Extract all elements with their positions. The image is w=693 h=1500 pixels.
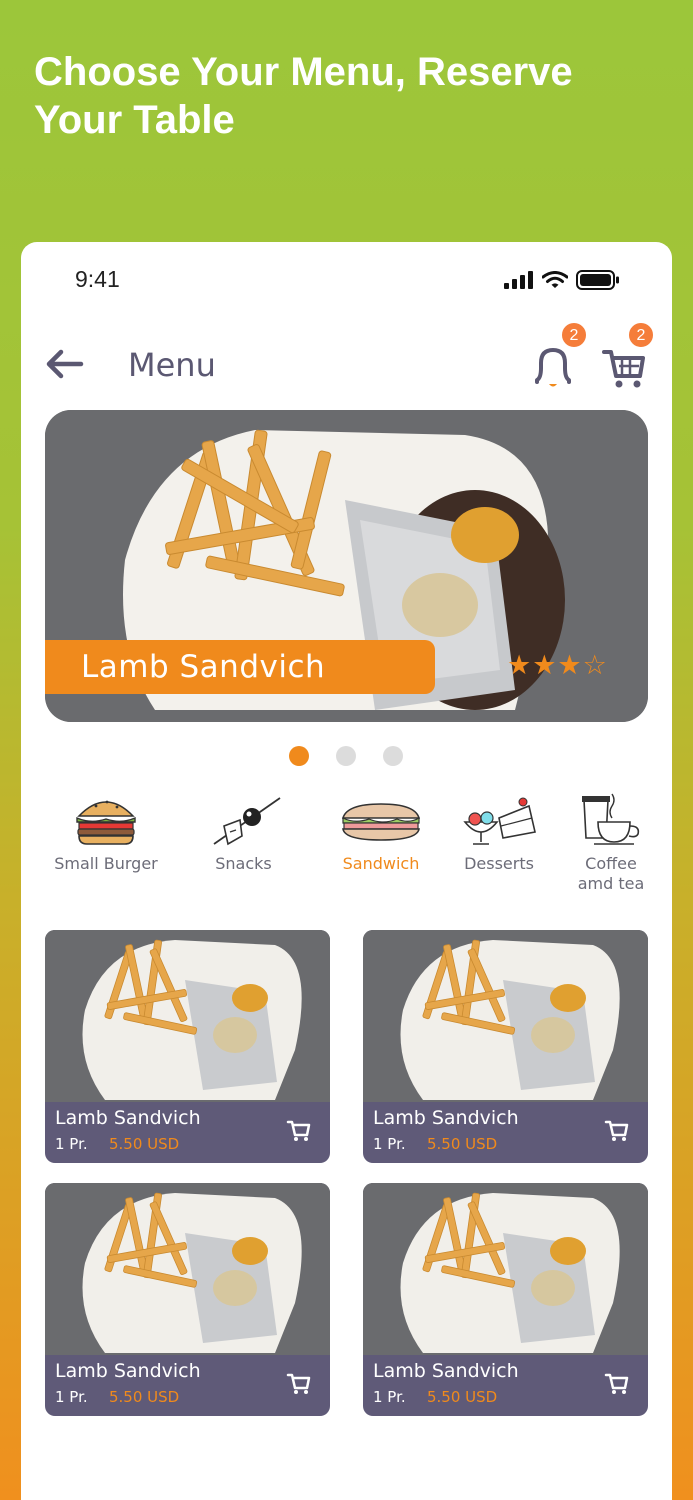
back-arrow-icon (46, 349, 84, 379)
dessert-icon (463, 797, 536, 845)
category-label: Desserts (464, 854, 534, 873)
product-price: 5.50 USD (427, 1135, 498, 1153)
page-title: Menu (128, 346, 216, 384)
carousel-dot[interactable] (336, 746, 356, 766)
hero-banner[interactable]: Lamb Sandvich ★★★☆ (45, 410, 648, 722)
product-image (363, 1183, 648, 1355)
nav-bar: Menu 2 2 (43, 322, 654, 392)
product-image (45, 1183, 330, 1355)
category-coffee-and-tea[interactable]: Coffee amd tea (561, 792, 661, 894)
product-name: Lamb Sandvich (55, 1107, 201, 1129)
back-button[interactable] (43, 342, 87, 386)
status-icons (504, 270, 620, 290)
category-label: Snacks (215, 854, 272, 873)
rating-stars: ★★★☆ (507, 650, 608, 681)
hero-title: Lamb Sandvich (45, 640, 435, 694)
phone-screen: 9:41 Menu 2 2 Lamb Sandvich ★★★☆ Small B… (21, 242, 672, 1500)
category-desserts[interactable]: Desserts (441, 792, 557, 874)
product-qty: 1 Pr. (55, 1135, 88, 1153)
cart-icon (604, 1373, 629, 1394)
product-qty: 1 Pr. (373, 1388, 406, 1406)
status-time: 9:41 (75, 266, 120, 292)
product-qty: 1 Pr. (55, 1388, 88, 1406)
category-label: Sandwich (342, 854, 420, 873)
product-name: Lamb Sandvich (373, 1107, 519, 1129)
add-to-cart-button[interactable] (604, 1117, 630, 1143)
category-snacks[interactable]: Snacks (191, 792, 296, 874)
product-card[interactable]: Lamb Sandvich 1 Pr. 5.50 USD (45, 930, 330, 1163)
food-image (363, 1183, 648, 1355)
product-card[interactable]: Lamb Sandvich 1 Pr. 5.50 USD (363, 930, 648, 1163)
headline: Choose Your Menu, Reserve Your Table (34, 50, 573, 142)
cart-icon (604, 1120, 629, 1141)
carousel-dot[interactable] (383, 746, 403, 766)
cart-icon (286, 1120, 311, 1141)
snack-skewer-icon (212, 797, 281, 846)
add-to-cart-button[interactable] (286, 1117, 312, 1143)
signal-icon (504, 271, 533, 289)
product-price: 5.50 USD (109, 1388, 180, 1406)
add-to-cart-button[interactable] (604, 1370, 630, 1396)
category-bar: Small Burger Snacks Sandwich Desserts Co… (41, 792, 661, 902)
carousel-dots (289, 746, 403, 766)
product-name: Lamb Sandvich (55, 1360, 201, 1382)
category-label-line2: amd tea (577, 874, 645, 893)
add-to-cart-button[interactable] (286, 1370, 312, 1396)
wifi-icon (542, 271, 568, 288)
cart-icon (286, 1373, 311, 1394)
product-card[interactable]: Lamb Sandvich 1 Pr. 5.50 USD (363, 1183, 648, 1416)
battery-icon (576, 270, 619, 290)
category-small-burger[interactable]: Small Burger (51, 792, 161, 874)
notifications-button[interactable]: 2 (528, 322, 587, 392)
sandwich-icon (341, 803, 421, 841)
food-image (45, 930, 330, 1102)
product-image (363, 930, 648, 1102)
notification-badge: 2 (561, 322, 587, 348)
product-price: 5.50 USD (427, 1388, 498, 1406)
product-name: Lamb Sandvich (373, 1360, 519, 1382)
product-qty: 1 Pr. (373, 1135, 406, 1153)
carousel-dot[interactable] (289, 746, 309, 766)
food-image (45, 1183, 330, 1355)
food-image (363, 930, 648, 1102)
category-label: Small Burger (54, 854, 158, 873)
product-card[interactable]: Lamb Sandvich 1 Pr. 5.50 USD (45, 1183, 330, 1416)
product-image (45, 930, 330, 1102)
category-label-line1: Coffee (585, 854, 637, 873)
cart-badge: 2 (628, 322, 654, 348)
product-price: 5.50 USD (109, 1135, 180, 1153)
category-sandwich[interactable]: Sandwich (321, 792, 441, 874)
cart-button[interactable]: 2 (600, 322, 654, 392)
coffee-cup-icon (582, 793, 640, 845)
burger-icon (76, 800, 136, 845)
